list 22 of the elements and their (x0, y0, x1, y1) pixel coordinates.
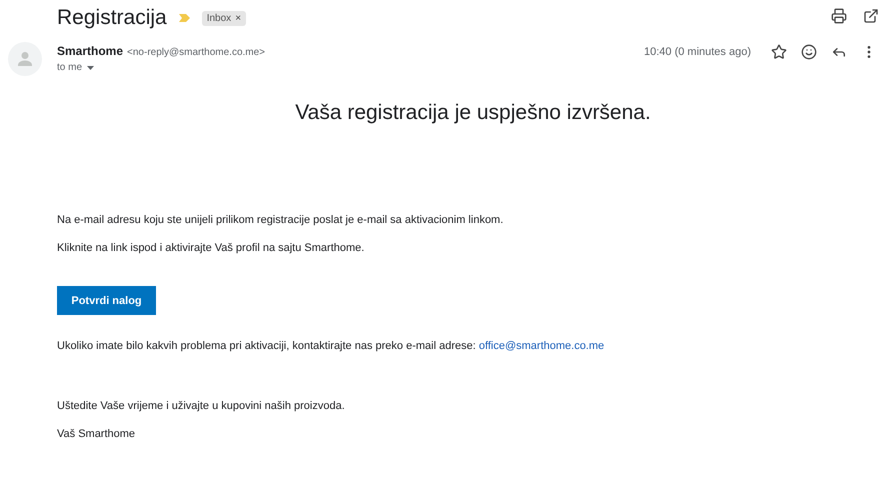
caret-icon[interactable] (87, 66, 94, 70)
email-link[interactable]: office@smarthome.co.me (478, 340, 604, 352)
closing-paragraph: Uštedite Vaše vrijeme i uživajte u kupovini naših proizvoda. (57, 403, 345, 410)
inbox-label: Inbox × (202, 10, 246, 26)
closing-paragraph: Vaš Smarthome (57, 431, 136, 438)
avatar-icon (8, 42, 42, 76)
email-heading: Vaša registracija je uspješno izvršena. (294, 101, 652, 125)
confirm-account-button[interactable]: Potvrdi nalog (57, 286, 156, 315)
email-subject: Registracija (57, 6, 167, 30)
body-paragraph: Kliknite na link ispod i aktivirajte Vaš profil na sajtu Smarthome. (57, 245, 364, 252)
recipient-text: to me (57, 62, 82, 73)
remove-label-button[interactable]: × (235, 12, 242, 24)
emoji-reaction-icon[interactable] (801, 44, 817, 60)
contact-paragraph: Ukoliko imate bilo kakvih problema pri aktivaciji, kontaktirajte nas preko e-mail adrese: office@smarthome.co.me (57, 339, 604, 353)
importance-marker-icon[interactable] (178, 14, 190, 22)
print-icon[interactable] (831, 8, 847, 24)
timestamp: 10:40 (0 minutes ago) (644, 46, 751, 58)
sender-name: Smarthome (57, 44, 124, 58)
star-icon[interactable] (771, 44, 787, 60)
sender-address: <no-reply@smarthome.co.me> (127, 47, 266, 58)
open-in-new-window-icon[interactable] (863, 8, 879, 24)
body-paragraph: Na e-mail adresu koju ste unijeli prilikom registracije poslat je e-mail sa aktivacionim linkom. (57, 217, 504, 224)
